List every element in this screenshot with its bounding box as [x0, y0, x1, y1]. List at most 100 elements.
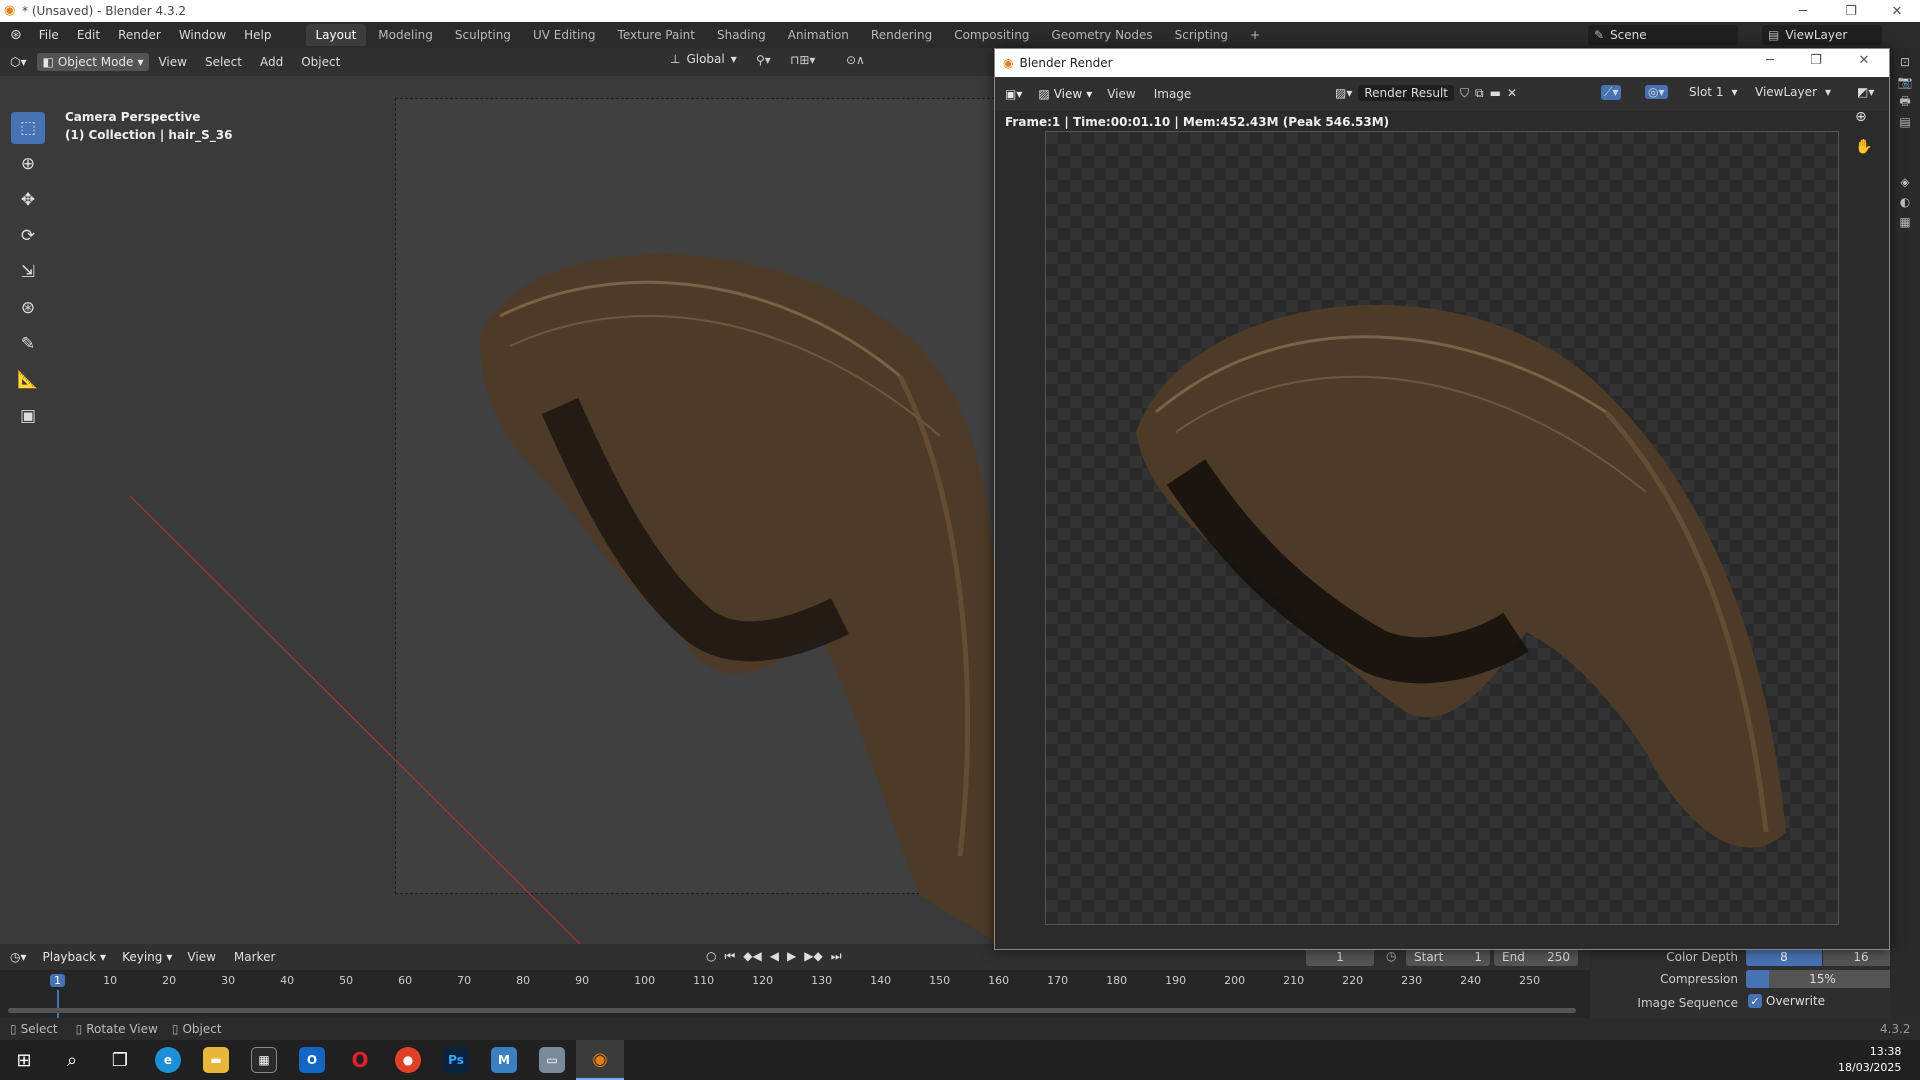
restore-button[interactable]: ❐: [1828, 0, 1874, 22]
chrome-icon[interactable]: ●: [384, 1040, 432, 1080]
scale-tool[interactable]: ⇲: [11, 256, 45, 288]
menu-render[interactable]: Render: [109, 22, 170, 48]
tab-layout[interactable]: Layout: [305, 24, 367, 46]
collection-props-icon[interactable]: ▦: [1890, 212, 1920, 232]
zoom-icon[interactable]: ⊕: [1855, 109, 1867, 125]
viewport-menu-view[interactable]: View: [149, 55, 195, 69]
timeline-menu-marker[interactable]: Marker: [225, 950, 284, 964]
display-channels-icon[interactable]: ◩▾: [1857, 85, 1874, 99]
world-props-icon[interactable]: ◐: [1890, 192, 1920, 212]
play-icon[interactable]: ▶: [787, 949, 796, 964]
file-explorer-icon[interactable]: ▬: [192, 1040, 240, 1080]
tab-texture-paint[interactable]: Texture Paint: [608, 24, 705, 46]
3d-viewport[interactable]: ⬚ ⊕ ✥ ⟳ ⇲ ⊛ ✎ 📐 ▣ Camera Perspective (1)…: [0, 76, 1000, 944]
play-reverse-icon[interactable]: ◀: [770, 949, 779, 964]
scene-selector[interactable]: ✎ Scene: [1588, 25, 1738, 45]
tray-clock[interactable]: 13:38 18/03/2025: [1838, 1044, 1901, 1076]
start-button-icon[interactable]: ⊞: [0, 1040, 48, 1080]
viewport-menu-add[interactable]: Add: [251, 55, 292, 69]
viewport-menu-object[interactable]: Object: [292, 55, 349, 69]
tab-sculpting[interactable]: Sculpting: [445, 24, 521, 46]
transform-tool[interactable]: ⊛: [11, 292, 45, 324]
output-props-icon[interactable]: 🖶: [1890, 92, 1920, 112]
jump-start-icon[interactable]: ⏮: [724, 949, 735, 964]
current-frame-field[interactable]: 1: [1306, 948, 1374, 966]
object-mode-dropdown[interactable]: ◧ Object Mode ▾: [36, 53, 150, 71]
add-cube-tool[interactable]: ▣: [11, 400, 45, 432]
viewport-menu-select[interactable]: Select: [196, 55, 251, 69]
timeline-editor-type-button[interactable]: ◷▾: [4, 948, 33, 966]
jump-end-icon[interactable]: ⏭: [831, 949, 842, 964]
outlook-icon[interactable]: O: [288, 1040, 336, 1080]
jump-keyframe-back-icon[interactable]: ◆◀: [743, 949, 761, 964]
tab-modeling[interactable]: Modeling: [368, 24, 443, 46]
slot-dropdown[interactable]: Slot 1 ▾: [1689, 85, 1737, 99]
scene-props-icon[interactable]: ◈: [1890, 172, 1920, 192]
render-menu-image[interactable]: Image: [1145, 87, 1201, 101]
new-image-icon[interactable]: ⧉: [1475, 86, 1484, 101]
blender-taskbar-icon[interactable]: ◉: [576, 1040, 624, 1080]
store-icon[interactable]: ▦: [240, 1040, 288, 1080]
select-box-tool[interactable]: ⬚: [11, 112, 45, 144]
task-view-icon[interactable]: ❐: [96, 1040, 144, 1080]
tab-shading[interactable]: Shading: [707, 24, 776, 46]
keying-dropdown[interactable]: Keying ▾: [116, 948, 178, 966]
tab-scripting[interactable]: Scripting: [1165, 24, 1238, 46]
render-props-icon[interactable]: 📷: [1890, 72, 1920, 92]
marvelous-icon[interactable]: M: [480, 1040, 528, 1080]
timeline-menu-view[interactable]: View: [178, 950, 224, 964]
start-frame-field[interactable]: Start 1: [1406, 948, 1490, 966]
measure-tool[interactable]: 📐: [11, 364, 45, 396]
menu-edit[interactable]: Edit: [68, 22, 109, 48]
snap-icon[interactable]: ⊓⊞▾: [790, 53, 815, 67]
tab-uv-editing[interactable]: UV Editing: [523, 24, 606, 46]
fake-user-icon[interactable]: ⛉: [1460, 86, 1469, 101]
render-minimize-button[interactable]: ─: [1747, 49, 1793, 71]
view-layer-props-icon[interactable]: ▤: [1890, 112, 1920, 132]
overlay-toggle-icon[interactable]: ◎▾: [1645, 85, 1668, 99]
jump-keyframe-forward-icon[interactable]: ▶◆: [804, 949, 822, 964]
render-viewlayer-dropdown[interactable]: ViewLayer ▾: [1755, 85, 1831, 99]
render-close-button[interactable]: ✕: [1841, 49, 1887, 71]
viewlayer-selector[interactable]: ▤ ViewLayer: [1762, 25, 1882, 45]
app-window-icon[interactable]: ▭: [528, 1040, 576, 1080]
menu-file[interactable]: File: [30, 22, 68, 48]
end-frame-field[interactable]: End 250: [1494, 948, 1578, 966]
close-button[interactable]: ✕: [1874, 0, 1920, 22]
photoshop-icon[interactable]: Ps: [432, 1040, 480, 1080]
tab-geometry-nodes[interactable]: Geometry Nodes: [1041, 24, 1162, 46]
pivot-point-icon[interactable]: ⚲▾: [756, 53, 771, 67]
render-result-image[interactable]: [1045, 131, 1839, 925]
color-depth-16-button[interactable]: 16: [1823, 948, 1899, 966]
view-mode-dropdown[interactable]: ▨ View ▾: [1032, 85, 1098, 103]
overwrite-checkbox[interactable]: ✓ Overwrite: [1748, 994, 1825, 1008]
color-depth-8-button[interactable]: 8: [1746, 948, 1822, 966]
cursor-tool[interactable]: ⊕: [11, 148, 45, 180]
image-editor-type-button[interactable]: ▣▾: [999, 85, 1028, 103]
gizmo-toggle-icon[interactable]: ⟋▾: [1601, 85, 1622, 100]
render-result-selector[interactable]: ▨▾ Render Result ⛉ ⧉ ▬ ✕: [1335, 85, 1517, 101]
proportional-edit-icon[interactable]: ⊙∧: [846, 53, 865, 67]
unlink-icon[interactable]: ✕: [1507, 86, 1517, 100]
add-workspace-button[interactable]: +: [1240, 24, 1270, 46]
blender-menu-icon[interactable]: ⊛: [0, 27, 30, 43]
tab-animation[interactable]: Animation: [778, 24, 859, 46]
menu-help[interactable]: Help: [235, 22, 280, 48]
search-icon[interactable]: ⌕: [48, 1040, 96, 1080]
timeline-scrollbar[interactable]: [8, 1008, 1576, 1013]
annotate-tool[interactable]: ✎: [11, 328, 45, 360]
move-tool[interactable]: ✥: [11, 184, 45, 216]
pin-icon[interactable]: ⊡: [1890, 52, 1920, 72]
rotate-tool[interactable]: ⟳: [11, 220, 45, 252]
opera-icon[interactable]: O: [336, 1040, 384, 1080]
render-menu-view[interactable]: View: [1098, 87, 1144, 101]
tab-rendering[interactable]: Rendering: [861, 24, 942, 46]
edge-icon[interactable]: e: [144, 1040, 192, 1080]
playback-dropdown[interactable]: Playback ▾: [37, 948, 113, 966]
timeline[interactable]: 1 10 20 30 40 50 60 70 80 90 100 110 120 130 140 150 160…: [0, 970, 1590, 1018]
render-maximize-button[interactable]: ❐: [1793, 49, 1839, 71]
preview-range-icon[interactable]: ◷: [1386, 949, 1396, 963]
record-icon[interactable]: ○: [706, 949, 716, 964]
editor-type-button[interactable]: ⬡▾: [4, 53, 33, 71]
open-image-icon[interactable]: ▬: [1490, 86, 1501, 100]
